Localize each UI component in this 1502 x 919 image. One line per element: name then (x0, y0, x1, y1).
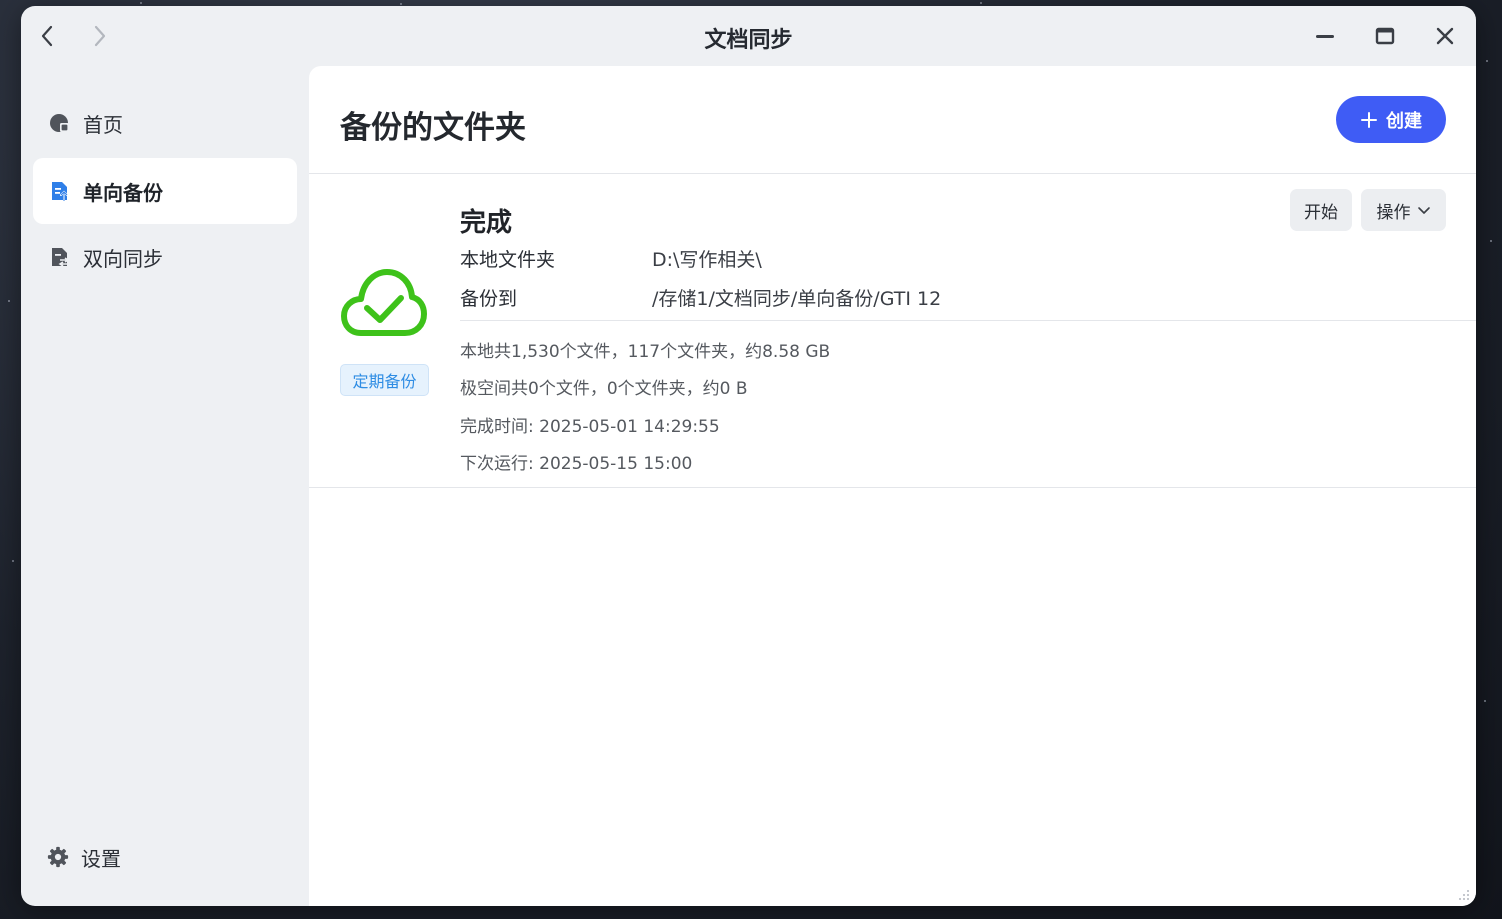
backup-to-row: 备份到/存储1/文档同步/单向备份/GTI 12 (460, 284, 941, 311)
local-stats: 本地共1,530个文件，117个文件夹，约8.58 GB (460, 342, 831, 362)
create-button-label: 创建 (1386, 110, 1422, 132)
sidebar: 首页 单向备份 双向同步 设置 (21, 66, 309, 906)
finish-time: 完成时间: 2025-05-01 14:29:55 (460, 417, 720, 437)
create-button[interactable]: 创建 (1336, 96, 1446, 143)
task-status: 完成 (460, 208, 513, 238)
backup-to-label: 备份到 (460, 288, 518, 310)
title-bar: 文档同步 (21, 6, 1476, 66)
cloud-check-icon (341, 269, 427, 336)
sidebar-item-home[interactable]: 首页 (33, 90, 297, 156)
remote-stats: 极空间共0个文件，0个文件夹，约0 B (460, 379, 748, 399)
page-title: 备份的文件夹 (340, 110, 526, 146)
sidebar-item-two-way-sync[interactable]: 双向同步 (33, 224, 297, 290)
maximize-button[interactable] (1369, 20, 1401, 52)
next-run: 下次运行: 2025-05-15 15:00 (460, 454, 693, 474)
gear-icon (47, 846, 69, 868)
schedule-badge: 定期备份 (340, 364, 429, 396)
resize-grip-icon[interactable] (1458, 888, 1470, 900)
minimize-button[interactable] (1309, 20, 1341, 52)
sidebar-item-one-way-backup[interactable]: 单向备份 (33, 158, 297, 224)
local-folder-label: 本地文件夹 (460, 249, 556, 271)
sidebar-item-label: 双向同步 (83, 246, 163, 271)
close-button[interactable] (1429, 20, 1461, 52)
backup-to-value: /存储1/文档同步/单向备份/GTI 12 (652, 288, 942, 310)
operations-dropdown[interactable]: 操作 (1361, 189, 1446, 231)
two-way-sync-icon (49, 246, 71, 268)
divider (460, 320, 1476, 321)
sidebar-item-label: 首页 (83, 112, 123, 137)
main-panel: 备份的文件夹 创建 定期备份 完成 本地文件夹 D:\写作相关\ 备份到 /存储… (309, 66, 1476, 906)
plus-icon (1360, 111, 1378, 129)
close-icon (1436, 27, 1454, 45)
backup-task-card: 定期备份 完成 本地文件夹 D:\写作相关\ 备份到/存储1/文档同步/单向备份/… (309, 174, 1476, 488)
main-header: 备份的文件夹 创建 (309, 66, 1476, 174)
maximize-icon (1375, 27, 1395, 45)
local-folder-row: 本地文件夹 D:\写作相关\ (460, 245, 762, 272)
minimize-icon (1316, 35, 1334, 38)
local-folder-value: D:\写作相关\ (652, 249, 762, 271)
sidebar-item-label: 设置 (81, 846, 121, 871)
home-icon (49, 112, 71, 134)
one-way-backup-icon (49, 180, 71, 202)
app-window: 文档同步 首页 单向备份 双向同步 设置 备份的文件夹 创建 定期备份 完成 本… (21, 6, 1476, 906)
start-button[interactable]: 开始 (1290, 189, 1352, 231)
window-title: 文档同步 (704, 28, 793, 53)
operations-label: 操作 (1376, 202, 1411, 223)
sidebar-item-label: 单向备份 (83, 180, 163, 205)
sidebar-item-settings[interactable]: 设置 (33, 824, 297, 890)
chevron-down-icon (1417, 205, 1431, 215)
